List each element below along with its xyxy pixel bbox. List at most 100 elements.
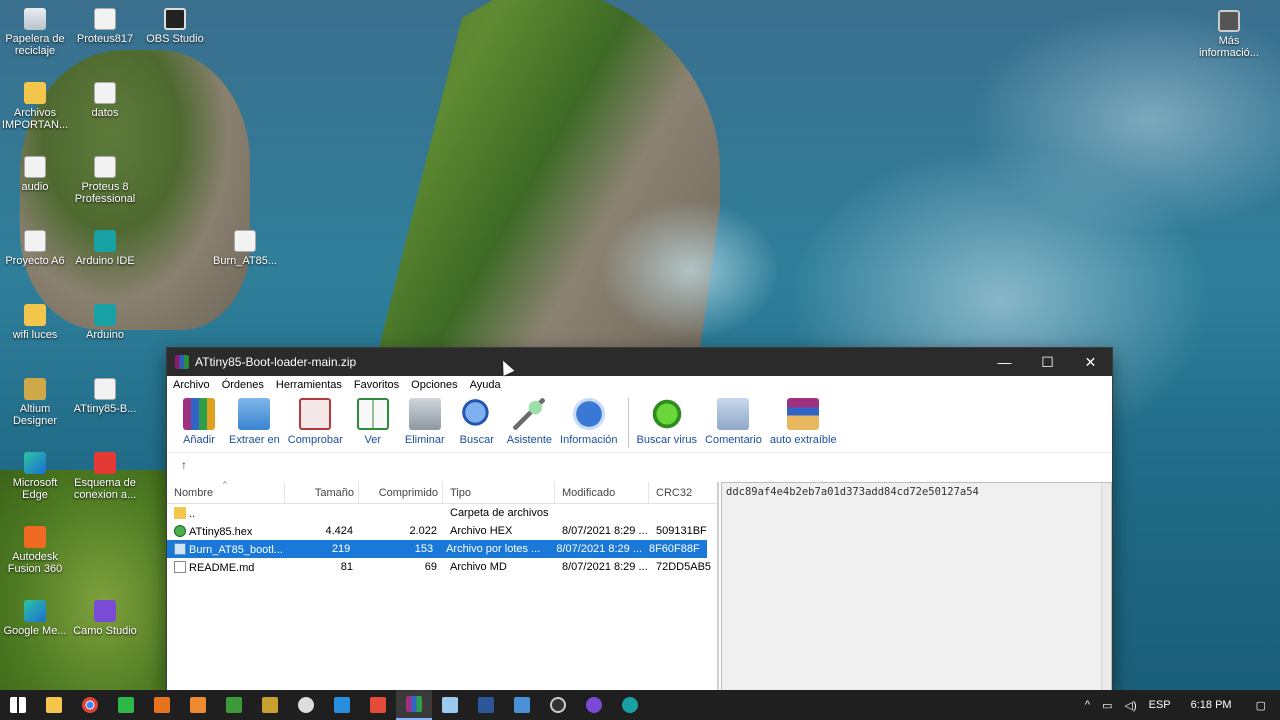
proteus-icon: [226, 697, 242, 713]
system-tray: ^ ▭ ◁) ESP 6:18 PM ▢: [1079, 690, 1280, 720]
add-button[interactable]: Añadir: [177, 398, 221, 446]
word-icon: [478, 697, 494, 713]
start-button[interactable]: [0, 690, 36, 720]
desktop-icon-esquema[interactable]: Esquema de conexion a...: [69, 452, 141, 501]
table-row-selected[interactable]: Burn_AT85_bootl... 219 153 Archivo por l…: [167, 540, 707, 558]
folder-icon: [174, 506, 186, 519]
menu-herramientas[interactable]: Herramientas: [276, 379, 342, 391]
view-button[interactable]: Ver: [351, 398, 395, 446]
menu-ayuda[interactable]: Ayuda: [470, 379, 501, 391]
taskbar-app-orange2[interactable]: [180, 690, 216, 720]
wizard-button[interactable]: Asistente: [507, 398, 552, 446]
desktop-icon-wifi-luces[interactable]: wifi luces: [0, 304, 71, 341]
desktop-icon-arduino[interactable]: Arduino: [69, 304, 141, 341]
menu-ordenes[interactable]: Órdenes: [222, 379, 264, 391]
notifications-icon[interactable]: ▢: [1256, 699, 1266, 712]
desktop-icon-archivos[interactable]: Archivos IMPORTAN...: [0, 82, 71, 131]
virus-scan-button[interactable]: Buscar virus: [637, 398, 697, 446]
taskbar: ^ ▭ ◁) ESP 6:18 PM ▢: [0, 690, 1280, 720]
desktop-icon-burn-at85[interactable]: Burn_AT85...: [209, 230, 281, 267]
volume-icon[interactable]: ◁): [1124, 699, 1136, 712]
comment-icon: [717, 398, 750, 430]
desktop-icon-google-meet[interactable]: Google Me...: [0, 600, 71, 637]
delete-button[interactable]: Eliminar: [403, 398, 447, 446]
title-bar[interactable]: ATtiny85-Boot-loader-main.zip — ☐ ✕: [167, 348, 1112, 376]
taskbar-winrar[interactable]: [396, 690, 432, 720]
minimize-button[interactable]: —: [983, 348, 1026, 376]
maximize-button[interactable]: ☐: [1026, 348, 1069, 376]
info-button[interactable]: Información: [560, 398, 618, 446]
column-header-size[interactable]: Tamaño: [285, 482, 359, 503]
sort-indicator-icon: ^: [223, 480, 227, 489]
camo-icon: [94, 600, 116, 622]
taskbar-notepad[interactable]: [432, 690, 468, 720]
close-button[interactable]: ✕: [1069, 348, 1112, 376]
clock[interactable]: 6:18 PM: [1191, 699, 1232, 711]
comment-button[interactable]: Comentario: [705, 398, 762, 446]
taskbar-app-blue[interactable]: [504, 690, 540, 720]
up-arrow-icon[interactable]: ↑: [181, 458, 187, 472]
find-button[interactable]: Buscar: [455, 398, 499, 446]
menu-opciones[interactable]: Opciones: [411, 379, 457, 391]
extract-to-button[interactable]: Extraer en: [229, 398, 280, 446]
chevron-up-icon[interactable]: ^: [1085, 699, 1090, 711]
pdf-icon: [94, 452, 116, 474]
arduino-icon: [622, 697, 638, 713]
desktop-icon-camo[interactable]: Camo Studio: [69, 600, 141, 637]
edge-icon: [24, 452, 46, 474]
desktop-icon-recycle-bin[interactable]: Papelera de reciclaje: [0, 8, 71, 57]
language-indicator[interactable]: ESP: [1149, 699, 1171, 711]
desktop-icon-attiny85[interactable]: ATtiny85-B...: [69, 378, 141, 415]
desktop-icon-fusion[interactable]: Autodesk Fusion 360: [0, 526, 71, 575]
taskbar-app-green[interactable]: [108, 690, 144, 720]
taskbar-camo[interactable]: [576, 690, 612, 720]
fusion-icon: [24, 526, 46, 548]
document-icon: [94, 82, 116, 104]
desktop-icon-proyecto-a6[interactable]: Proyecto A6: [0, 230, 71, 267]
taskbar-obs[interactable]: [540, 690, 576, 720]
taskbar-file-explorer[interactable]: [36, 690, 72, 720]
menu-favoritos[interactable]: Favoritos: [354, 379, 399, 391]
altium-icon: [24, 378, 46, 400]
find-icon: [460, 398, 493, 430]
desktop-icon-altium[interactable]: Altium Designer: [0, 378, 71, 427]
desktop-icon-edge[interactable]: Microsoft Edge: [0, 452, 71, 501]
app-icon: [262, 697, 278, 713]
taskbar-word[interactable]: [468, 690, 504, 720]
table-row[interactable]: ATtiny85.hex 4.424 2.022 Archivo HEX 8/0…: [167, 522, 717, 540]
comment-pane[interactable]: ddc89af4e4b2eb7a01d373add84cd72e50127a54: [721, 482, 1112, 691]
taskbar-app-proteus[interactable]: [216, 690, 252, 720]
network-icon[interactable]: ▭: [1102, 699, 1112, 712]
desktop-icon-arduino-ide[interactable]: Arduino IDE: [69, 230, 141, 267]
desktop-icon-mas-informacion[interactable]: Más informació...: [1193, 10, 1265, 59]
table-row[interactable]: README.md 81 69 Archivo MD 8/07/2021 8:2…: [167, 558, 717, 576]
taskbar-app-yellow[interactable]: [252, 690, 288, 720]
taskbar-app-red[interactable]: [360, 690, 396, 720]
taskbar-arduino[interactable]: [612, 690, 648, 720]
desktop-icon-obs[interactable]: OBS Studio: [139, 8, 211, 45]
column-header-compressed[interactable]: Comprimido: [359, 482, 443, 503]
app-icon: [190, 697, 206, 713]
taskbar-unreal[interactable]: [288, 690, 324, 720]
comment-scrollbar[interactable]: [1101, 483, 1111, 690]
taskbar-chrome[interactable]: [72, 690, 108, 720]
add-icon: [183, 398, 215, 430]
app-icon: [118, 697, 134, 713]
desktop-icon-audio[interactable]: audio: [0, 156, 71, 193]
column-header-modified[interactable]: Modificado: [555, 482, 649, 503]
column-header-crc32[interactable]: CRC32: [649, 482, 715, 503]
app-icon: [154, 697, 170, 713]
test-button[interactable]: Comprobar: [288, 398, 343, 446]
desktop-icon-proteus817[interactable]: Proteus817: [69, 8, 141, 45]
table-row[interactable]: .. Carpeta de archivos: [167, 504, 717, 522]
column-header-type[interactable]: Tipo: [443, 482, 555, 503]
menu-archivo[interactable]: Archivo: [173, 379, 210, 391]
obs-icon: [550, 697, 566, 713]
folder-icon: [46, 697, 62, 713]
taskbar-vscode[interactable]: [324, 690, 360, 720]
taskbar-app-orange[interactable]: [144, 690, 180, 720]
desktop-icon-proteus8[interactable]: Proteus 8 Professional: [69, 156, 141, 205]
desktop-icon-datos[interactable]: datos: [69, 82, 141, 119]
view-icon: [356, 398, 389, 430]
sfx-button[interactable]: auto extraíble: [770, 398, 837, 446]
